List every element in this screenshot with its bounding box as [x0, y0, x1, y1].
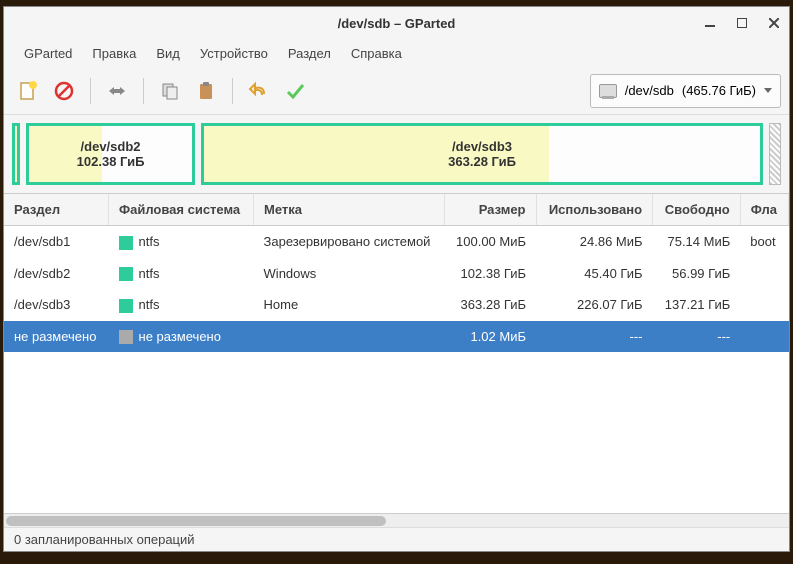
new-file-icon: [17, 80, 39, 102]
window-controls: [703, 16, 781, 30]
filesystem-swatch-icon: [119, 330, 133, 344]
menu-view[interactable]: Вид: [146, 42, 190, 65]
minimize-icon: [705, 18, 715, 28]
paste-button[interactable]: [190, 75, 222, 107]
cell-label: [254, 321, 445, 353]
menu-help[interactable]: Справка: [341, 42, 412, 65]
col-partition[interactable]: Раздел: [4, 194, 109, 226]
cell-free: 75.14 МиБ: [653, 226, 741, 258]
partition-box-size: 102.38 ГиБ: [77, 154, 145, 169]
col-flags[interactable]: Фла: [740, 194, 788, 226]
cell-filesystem: ntfs: [109, 258, 254, 290]
filesystem-swatch-icon: [119, 299, 133, 313]
cell-size: 1.02 МиБ: [444, 321, 536, 353]
cell-used: 24.86 МиБ: [536, 226, 653, 258]
filesystem-swatch-icon: [119, 267, 133, 281]
titlebar: /dev/sdb – GParted: [4, 7, 789, 39]
partition-box-size: 363.28 ГиБ: [448, 154, 516, 169]
copy-button[interactable]: [154, 75, 186, 107]
menu-device[interactable]: Устройство: [190, 42, 278, 65]
table-row[interactable]: не размеченоне размечено1.02 МиБ------: [4, 321, 789, 353]
undo-button[interactable]: [243, 75, 275, 107]
cell-partition: /dev/sdb2: [4, 258, 109, 290]
cell-flags: [740, 258, 788, 290]
cell-filesystem: ntfs: [109, 289, 254, 321]
partition-box-name: /dev/sdb2: [77, 139, 145, 154]
table-row[interactable]: /dev/sdb1ntfsЗарезервировано системой100…: [4, 226, 789, 258]
app-window: /dev/sdb – GParted GParted Правка Вид Ус…: [3, 6, 790, 552]
cell-flags: boot: [740, 226, 788, 258]
cell-size: 102.38 ГиБ: [444, 258, 536, 290]
maximize-button[interactable]: [735, 16, 749, 30]
horizontal-scrollbar[interactable]: [4, 513, 789, 527]
cell-label: Windows: [254, 258, 445, 290]
cell-partition: не размечено: [4, 321, 109, 353]
disk-icon: [599, 84, 617, 98]
cell-free: 137.21 ГиБ: [653, 289, 741, 321]
toolbar-separator: [232, 78, 233, 104]
cell-free: 56.99 ГиБ: [653, 258, 741, 290]
delete-forbidden-icon: [53, 80, 75, 102]
col-used[interactable]: Использовано: [536, 194, 653, 226]
scrollbar-thumb[interactable]: [6, 516, 386, 526]
cell-flags: [740, 321, 788, 353]
paste-icon: [195, 80, 217, 102]
delete-partition-button[interactable]: [48, 75, 80, 107]
status-text: 0 запланированных операций: [14, 532, 195, 547]
menu-edit[interactable]: Правка: [82, 42, 146, 65]
col-filesystem[interactable]: Файловая система: [109, 194, 254, 226]
cell-size: 363.28 ГиБ: [444, 289, 536, 321]
device-name: /dev/sdb: [625, 83, 674, 98]
close-button[interactable]: [767, 16, 781, 30]
cell-partition: /dev/sdb3: [4, 289, 109, 321]
new-partition-button[interactable]: [12, 75, 44, 107]
resize-move-button[interactable]: [101, 75, 133, 107]
partition-box-sdb3[interactable]: /dev/sdb3 363.28 ГиБ: [201, 123, 763, 185]
cell-filesystem: не размечено: [109, 321, 254, 353]
check-icon: [284, 80, 306, 102]
cell-used: ---: [536, 321, 653, 353]
table-row[interactable]: /dev/sdb2ntfsWindows102.38 ГиБ45.40 ГиБ5…: [4, 258, 789, 290]
device-selector[interactable]: /dev/sdb (465.76 ГиБ): [590, 74, 781, 108]
cell-free: ---: [653, 321, 741, 353]
window-title: /dev/sdb – GParted: [338, 16, 456, 31]
copy-icon: [159, 80, 181, 102]
partition-table: Раздел Файловая система Метка Размер Исп…: [4, 193, 789, 513]
minimize-button[interactable]: [703, 16, 717, 30]
cell-flags: [740, 289, 788, 321]
resize-arrows-icon: [106, 80, 128, 102]
col-label[interactable]: Метка: [254, 194, 445, 226]
device-size: (465.76 ГиБ): [682, 83, 756, 98]
close-icon: [769, 18, 779, 28]
cell-partition: /dev/sdb1: [4, 226, 109, 258]
menu-partition[interactable]: Раздел: [278, 42, 341, 65]
cell-filesystem: ntfs: [109, 226, 254, 258]
cell-label: Зарезервировано системой: [254, 226, 445, 258]
toolbar: /dev/sdb (465.76 ГиБ): [4, 67, 789, 115]
chevron-down-icon: [764, 88, 772, 93]
toolbar-separator: [90, 78, 91, 104]
partition-graphic: /dev/sdb2 102.38 ГиБ /dev/sdb3 363.28 Ги…: [12, 123, 781, 185]
col-size[interactable]: Размер: [444, 194, 536, 226]
partition-box-sdb2[interactable]: /dev/sdb2 102.38 ГиБ: [26, 123, 195, 185]
cell-size: 100.00 МиБ: [444, 226, 536, 258]
menubar: GParted Правка Вид Устройство Раздел Спр…: [4, 39, 789, 67]
partition-box-name: /dev/sdb3: [448, 139, 516, 154]
cell-used: 45.40 ГиБ: [536, 258, 653, 290]
partition-box-unallocated[interactable]: [769, 123, 781, 185]
apply-button[interactable]: [279, 75, 311, 107]
statusbar: 0 запланированных операций: [4, 527, 789, 551]
col-free[interactable]: Свободно: [653, 194, 741, 226]
undo-icon: [248, 80, 270, 102]
cell-label: Home: [254, 289, 445, 321]
partition-box-sdb1[interactable]: [12, 123, 20, 185]
cell-used: 226.07 ГиБ: [536, 289, 653, 321]
maximize-icon: [737, 18, 747, 28]
menu-gparted[interactable]: GParted: [14, 42, 82, 65]
filesystem-swatch-icon: [119, 236, 133, 250]
table-row[interactable]: /dev/sdb3ntfsHome363.28 ГиБ226.07 ГиБ137…: [4, 289, 789, 321]
toolbar-separator: [143, 78, 144, 104]
table-header-row: Раздел Файловая система Метка Размер Исп…: [4, 194, 789, 226]
